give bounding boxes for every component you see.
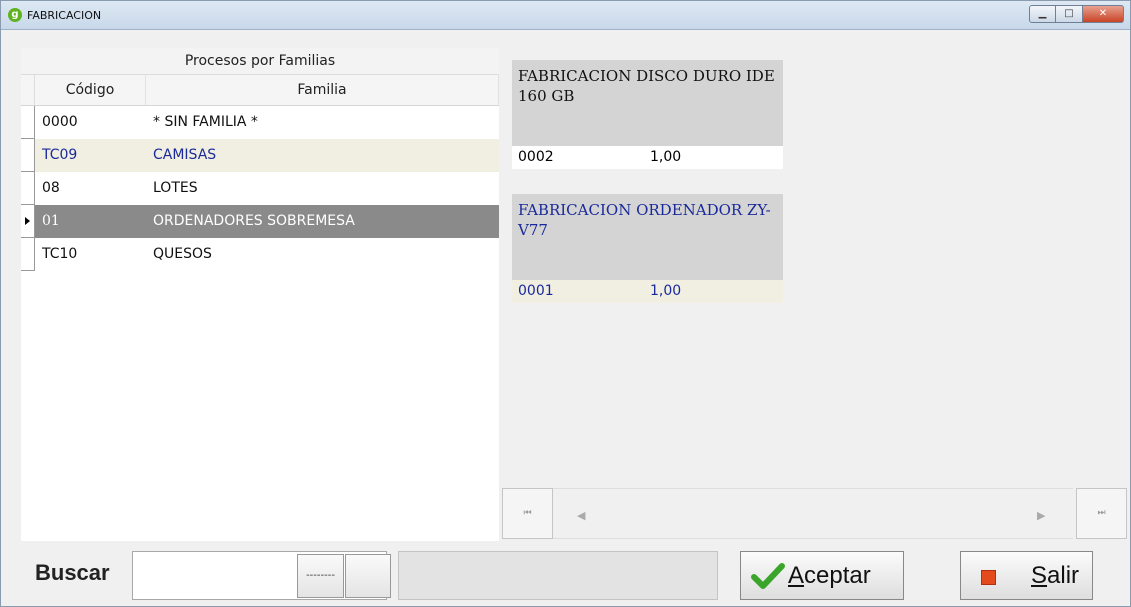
accept-button[interactable]: Aceptar (740, 551, 904, 600)
process-card-code: 0001 (518, 283, 554, 299)
indicator-header (21, 75, 35, 105)
minimize-button[interactable]: ▁ (1029, 5, 1056, 23)
table-row[interactable]: 08 LOTES (21, 172, 499, 205)
card-navigator: ⏮ ◀ ▶ ⏭ (499, 488, 1130, 542)
process-card-row: 0002 1,00 (512, 146, 783, 169)
process-card-title: FABRICACION ORDENADOR ZY-V77 (512, 194, 783, 280)
search-extra-button[interactable] (345, 554, 391, 598)
close-button[interactable]: ✕ (1083, 5, 1124, 23)
navigator-track[interactable]: ◀ ▶ (553, 488, 1073, 539)
row-indicator (21, 205, 35, 238)
fabricacion-window: g FABRICACION ▁ □ ✕ Procesos por Familia… (0, 0, 1131, 607)
process-card-title: FABRICACION DISCO DURO IDE 160 GB (512, 60, 783, 146)
row-family: CAMISAS (146, 139, 499, 172)
next-arrow-icon[interactable]: ▶ (1037, 509, 1045, 522)
row-code: 0000 (42, 114, 78, 130)
row-family: ORDENADORES SOBREMESA (146, 205, 499, 238)
band-header: Procesos por Familias (21, 48, 499, 75)
title-bar[interactable]: g FABRICACION ▁ □ ✕ (1, 1, 1130, 30)
search-ellipsis-button[interactable]: -------- (297, 554, 344, 598)
stop-icon (981, 570, 996, 585)
table-row[interactable]: TC09 CAMISAS (21, 139, 499, 172)
current-row-pointer-icon (25, 217, 30, 225)
code-column-header[interactable]: Código (35, 75, 146, 105)
maximize-button[interactable]: □ (1056, 5, 1083, 23)
window-controls: ▁ □ ✕ (1029, 5, 1124, 23)
row-indicator (21, 106, 35, 139)
process-card[interactable]: FABRICACION ORDENADOR ZY-V77 0001 1,00 (512, 194, 783, 303)
row-code: TC10 (42, 246, 78, 262)
check-icon (751, 563, 785, 589)
families-grid: Procesos por Familias Código Familia 000… (21, 48, 499, 541)
last-record-button[interactable]: ⏭ (1076, 488, 1127, 539)
table-row[interactable]: 0000 * SIN FAMILIA * (21, 106, 499, 139)
status-box (398, 551, 718, 600)
row-family: QUESOS (153, 246, 212, 262)
family-column-header[interactable]: Familia (146, 75, 499, 105)
process-card[interactable]: FABRICACION DISCO DURO IDE 160 GB 0002 1… (512, 60, 783, 169)
process-card-code: 0002 (518, 149, 554, 165)
process-card-qty: 1,00 (650, 283, 682, 299)
exit-label: Salir (1031, 562, 1080, 589)
row-code: 01 (35, 205, 146, 238)
row-indicator (21, 238, 35, 271)
window-title: FABRICACION (27, 9, 102, 22)
table-row-selected[interactable]: 01 ORDENADORES SOBREMESA (21, 205, 499, 238)
row-indicator (21, 139, 35, 172)
row-family: LOTES (153, 180, 198, 196)
accept-label: Aceptar (788, 562, 871, 589)
search-label: Buscar (35, 560, 110, 585)
app-icon: g (8, 8, 22, 22)
row-indicator (21, 172, 35, 205)
row-family: * SIN FAMILIA * (153, 114, 258, 130)
process-card-row: 0001 1,00 (512, 280, 783, 303)
row-code: TC09 (35, 139, 146, 172)
process-card-qty: 1,00 (650, 149, 682, 165)
first-record-button[interactable]: ⏮ (502, 488, 553, 539)
table-row[interactable]: TC10 QUESOS (21, 238, 499, 271)
prev-arrow-icon[interactable]: ◀ (577, 509, 585, 522)
column-headers: Código Familia (21, 75, 499, 106)
process-cards-panel: FABRICACION DISCO DURO IDE 160 GB 0002 1… (499, 48, 1130, 488)
bottom-bar: Buscar -------- Aceptar Salir (1, 542, 1130, 606)
exit-button[interactable]: Salir (960, 551, 1093, 600)
row-code: 08 (42, 180, 60, 196)
